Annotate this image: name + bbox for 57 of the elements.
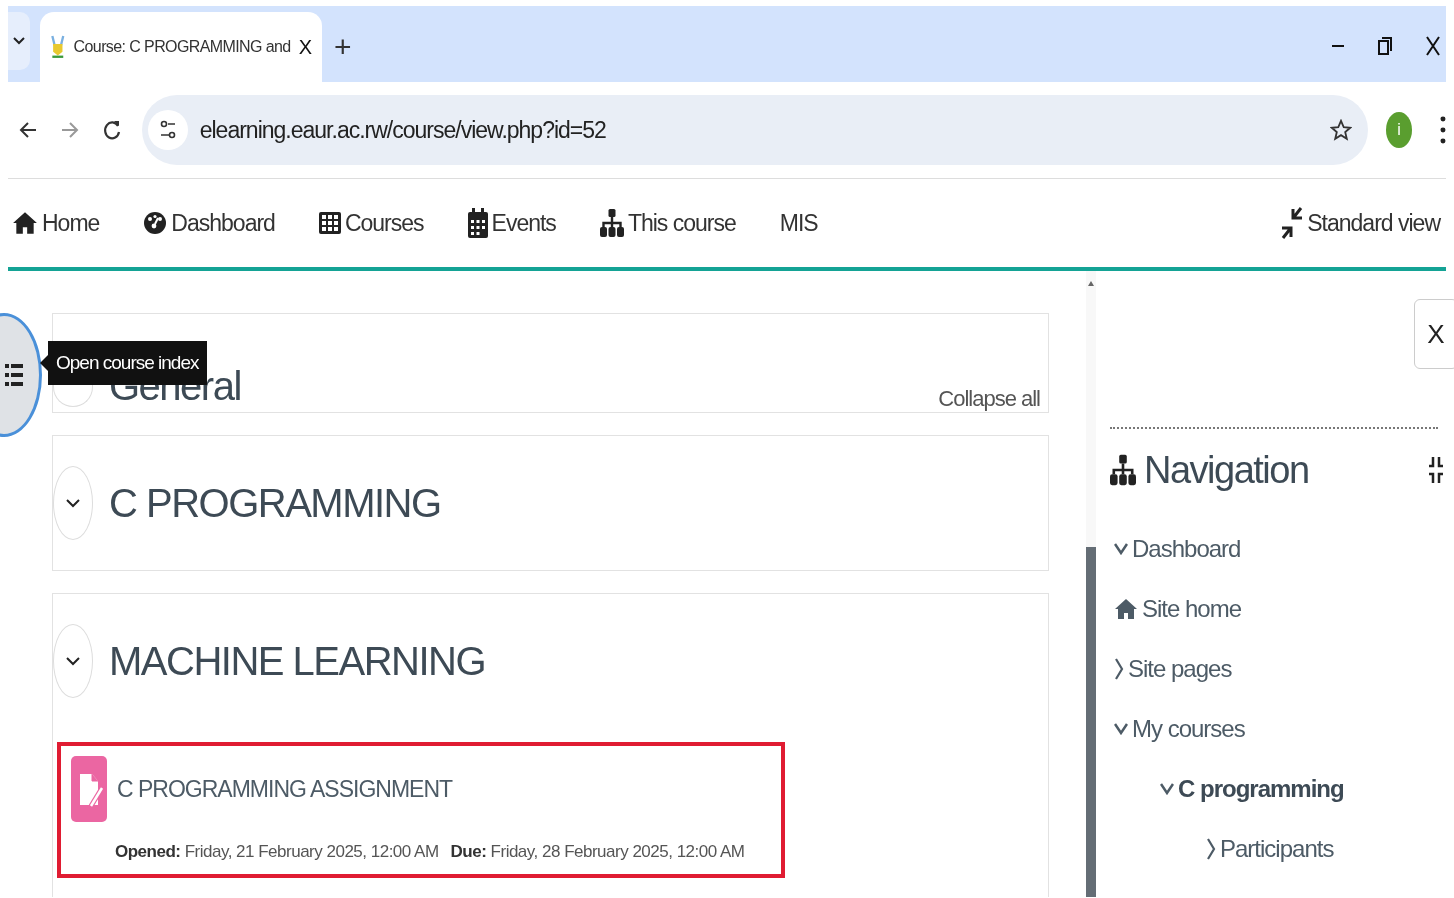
tab-title: Course: C PROGRAMMING and	[73, 38, 291, 56]
dock-icon[interactable]	[1428, 456, 1444, 484]
assignment-icon	[71, 756, 107, 822]
grid-icon	[318, 210, 341, 236]
site-settings-icon[interactable]	[159, 119, 176, 141]
nav-link[interactable]: Events	[467, 208, 556, 238]
nav-link[interactable]: Courses	[318, 209, 424, 237]
standard-view-link[interactable]: Standard view	[1281, 206, 1440, 240]
nav-link[interactable]: Dashboard	[143, 209, 275, 237]
tree-item[interactable]: My courses	[1114, 699, 1454, 759]
section-title: C PROGRAMMING	[109, 480, 441, 526]
nav-link[interactable]: Home	[12, 209, 100, 237]
date-text: Due: Friday, 28 February 2025, 12:00 AM	[450, 842, 745, 862]
scrollbar-thumb[interactable]	[1086, 547, 1096, 897]
sitemap-icon	[1110, 452, 1136, 488]
chevron-down-icon	[13, 37, 25, 45]
restore-icon[interactable]	[1378, 37, 1392, 55]
chevron-right-icon	[1114, 658, 1124, 680]
tree-item[interactable]: C programming	[1160, 759, 1454, 819]
forward-arrow-icon[interactable]	[60, 121, 79, 139]
section-title: MACHINE LEARNING	[109, 638, 486, 684]
gauge-icon	[143, 210, 168, 236]
scroll-up-icon[interactable]	[1088, 281, 1094, 286]
tree-item[interactable]: Site pages	[1114, 639, 1454, 699]
new-tab-button[interactable]: +	[334, 30, 352, 64]
collapse-all-link[interactable]: Collapse all	[938, 386, 1040, 412]
chevron-right-icon	[1206, 838, 1216, 860]
list-icon	[5, 362, 23, 388]
home-icon	[12, 210, 38, 236]
chevron-down-icon	[66, 656, 80, 666]
date-text: Opened: Friday, 21 February 2025, 12:00 AM	[115, 842, 439, 862]
close-drawer-button[interactable]: X	[1414, 299, 1454, 369]
activity-link[interactable]: C PROGRAMMING ASSIGNMENT	[117, 775, 453, 803]
block-title: Navigation	[1144, 448, 1309, 492]
close-icon[interactable]	[1426, 36, 1440, 56]
tab-list-button[interactable]	[8, 12, 30, 70]
chevron-down-icon	[1114, 543, 1128, 555]
menu-dots-icon[interactable]	[1440, 116, 1446, 144]
chevron-down-icon	[1160, 783, 1174, 795]
nav-link[interactable]: This course	[599, 209, 736, 237]
chevron-down-icon	[66, 498, 80, 508]
url-text: elearning.eaur.ac.rw/course/view.php?id=52	[199, 116, 607, 144]
sitemap-icon	[599, 209, 624, 237]
tree-item[interactable]: Participants	[1206, 819, 1454, 879]
tree-item[interactable]: Site home	[1114, 579, 1454, 639]
address-bar[interactable]: elearning.eaur.ac.rw/course/view.php?id=52	[141, 95, 1369, 165]
star-icon[interactable]	[1330, 119, 1353, 141]
tree-item[interactable]: Dashboard	[1114, 519, 1454, 579]
nav-link[interactable]: MIS	[779, 209, 818, 237]
calendar-icon	[467, 208, 488, 238]
minimize-icon[interactable]	[1332, 44, 1344, 48]
back-arrow-icon[interactable]	[18, 121, 37, 139]
close-icon[interactable]: X	[298, 35, 312, 59]
compress-arrows-icon	[1281, 206, 1304, 240]
browser-tab[interactable]: Course: C PROGRAMMING and X	[40, 12, 322, 82]
reload-icon[interactable]	[102, 119, 121, 141]
chevron-down-icon	[1114, 723, 1128, 735]
